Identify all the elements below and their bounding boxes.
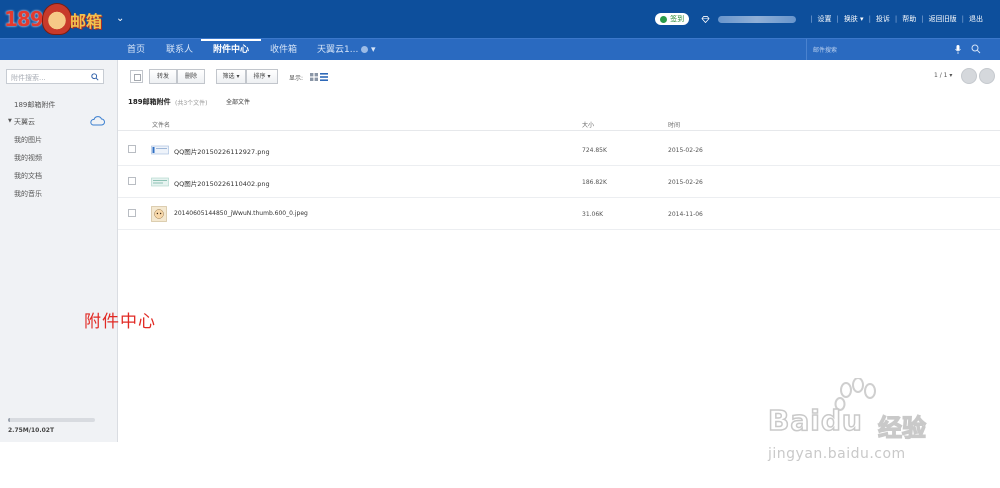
- logout-link[interactable]: 退出: [969, 14, 983, 24]
- chevron-down-icon[interactable]: ⌄: [116, 13, 124, 24]
- page-indicator[interactable]: 1 / 1 ▾: [934, 72, 952, 79]
- row-checkbox[interactable]: [128, 177, 136, 185]
- tab-inbox[interactable]: 收件箱: [270, 39, 297, 61]
- tab-cloud[interactable]: 天翼云1... ▾: [317, 39, 376, 61]
- old-version-link[interactable]: 返回旧版: [929, 14, 957, 24]
- file-time: 2015-02-26: [668, 147, 703, 154]
- table-row[interactable]: 20140605144850_jWwuN.thumb.600_0.jpeg 31…: [118, 198, 1000, 230]
- table-row[interactable]: QQ图片20150226112927.png 724.85K 2015-02-2…: [118, 134, 1000, 166]
- row-checkbox[interactable]: [128, 145, 136, 153]
- baidu-watermark: Baidu 经验 jingyan.baidu.com: [762, 378, 962, 468]
- nav-bar: 首页 联系人 附件中心 收件箱 天翼云1... ▾ 邮件搜索: [0, 38, 1000, 61]
- file-name[interactable]: 20140605144850_jWwuN.thumb.600_0.jpeg: [174, 210, 308, 217]
- file-time: 2014-11-06: [668, 211, 703, 218]
- file-thumbnail[interactable]: [151, 143, 169, 157]
- file-name[interactable]: QQ图片20150226110402.png: [174, 178, 270, 188]
- all-files-link[interactable]: 全部文件: [226, 97, 250, 106]
- column-header-size[interactable]: 大小: [582, 120, 594, 129]
- forward-button[interactable]: 转发: [149, 69, 177, 84]
- sidebar-item-mail-attachments[interactable]: 189邮箱附件: [14, 100, 55, 110]
- list-view-icon[interactable]: [320, 73, 328, 81]
- close-tab-icon[interactable]: [361, 46, 369, 53]
- file-thumbnail[interactable]: [151, 175, 169, 189]
- storage-bar: [8, 418, 95, 422]
- file-name[interactable]: QQ图片20150226112927.png: [174, 146, 270, 156]
- skin-link[interactable]: 换肤 ▾: [844, 14, 864, 24]
- microphone-icon[interactable]: [955, 45, 961, 54]
- next-page-button[interactable]: [979, 68, 995, 84]
- table-row[interactable]: QQ图片20150226110402.png 186.82K 2015-02-2…: [118, 166, 1000, 198]
- sidebar-item-videos[interactable]: 我的视频: [14, 153, 42, 163]
- display-label: 显示:: [289, 75, 304, 82]
- settings-link[interactable]: 设置: [817, 14, 831, 24]
- search-icon[interactable]: [971, 44, 981, 54]
- attachment-search-placeholder: 附件搜索...: [11, 74, 46, 82]
- sidebar-item-music[interactable]: 我的音乐: [14, 189, 42, 199]
- logo-number: 189: [4, 7, 44, 31]
- mail-search-placeholder: 邮件搜索: [813, 47, 838, 54]
- file-size: 186.82K: [582, 179, 607, 186]
- header-divider: [118, 130, 1000, 131]
- diamond-icon[interactable]: [701, 15, 710, 23]
- caret-down-icon[interactable]: ▼: [8, 118, 12, 124]
- top-bar: 189 邮箱 ⌄ 签到 | 设置 | 换肤 ▾ | 投诉 | 帮助 | 返回旧版…: [0, 0, 1000, 38]
- tab-home[interactable]: 首页: [127, 39, 145, 61]
- watermark-brand: Baidu: [767, 403, 863, 438]
- toolbar: 转发 删除 筛选 ▾ 排序 ▾ 显示: 1 / 1 ▾: [118, 60, 1000, 90]
- logo-mail-text: 邮箱: [70, 12, 103, 31]
- signin-button[interactable]: 签到: [655, 13, 690, 25]
- attachment-search-input[interactable]: 附件搜索...: [6, 69, 104, 84]
- top-right-links: 签到 | 设置 | 换肤 ▾ | 投诉 | 帮助 | 返回旧版 | 退出: [655, 12, 988, 26]
- file-thumbnail[interactable]: [151, 206, 167, 222]
- filter-button[interactable]: 筛选 ▾: [216, 69, 246, 84]
- mail-search[interactable]: 邮件搜索: [806, 39, 1000, 61]
- delete-button[interactable]: 删除: [177, 69, 205, 84]
- signin-label: 签到: [670, 15, 685, 23]
- watermark-cn: 经验: [877, 413, 926, 442]
- help-link[interactable]: 帮助: [902, 14, 916, 24]
- row-checkbox[interactable]: [128, 209, 136, 217]
- grid-view-icon[interactable]: [310, 73, 318, 81]
- logo-mascot-icon: [42, 3, 72, 35]
- sidebar-item-documents[interactable]: 我的文档: [14, 171, 42, 181]
- complaint-link[interactable]: 投诉: [876, 14, 890, 24]
- folder-count: (共3个文件): [175, 100, 208, 107]
- column-header-time[interactable]: 时间: [668, 120, 680, 129]
- cloud-icon[interactable]: [89, 116, 105, 126]
- file-size: 724.85K: [582, 147, 607, 154]
- account-name[interactable]: [718, 15, 797, 23]
- file-size: 31.06K: [582, 211, 604, 218]
- annotation-text: 附件中心: [84, 312, 156, 332]
- file-time: 2015-02-26: [668, 179, 703, 186]
- column-header-name[interactable]: 文件名: [152, 120, 170, 129]
- sidebar-item-cloud[interactable]: 天翼云: [14, 117, 35, 127]
- select-all-checkbox[interactable]: [130, 70, 143, 83]
- sidebar-item-pictures[interactable]: 我的图片: [14, 135, 42, 145]
- sort-button[interactable]: 排序 ▾: [246, 69, 278, 84]
- watermark-url: jingyan.baidu.com: [768, 446, 906, 462]
- tab-attachment-center[interactable]: 附件中心: [213, 39, 249, 61]
- tab-contacts[interactable]: 联系人: [166, 39, 193, 61]
- storage-bar-fill: [8, 418, 10, 422]
- prev-page-button[interactable]: [961, 68, 977, 84]
- logo[interactable]: 189 邮箱: [4, 3, 114, 35]
- signin-icon: [660, 15, 668, 23]
- folder-title: 189邮箱附件: [128, 98, 171, 106]
- storage-text: 2.75M/10.02T: [8, 427, 55, 434]
- search-icon[interactable]: [91, 73, 99, 81]
